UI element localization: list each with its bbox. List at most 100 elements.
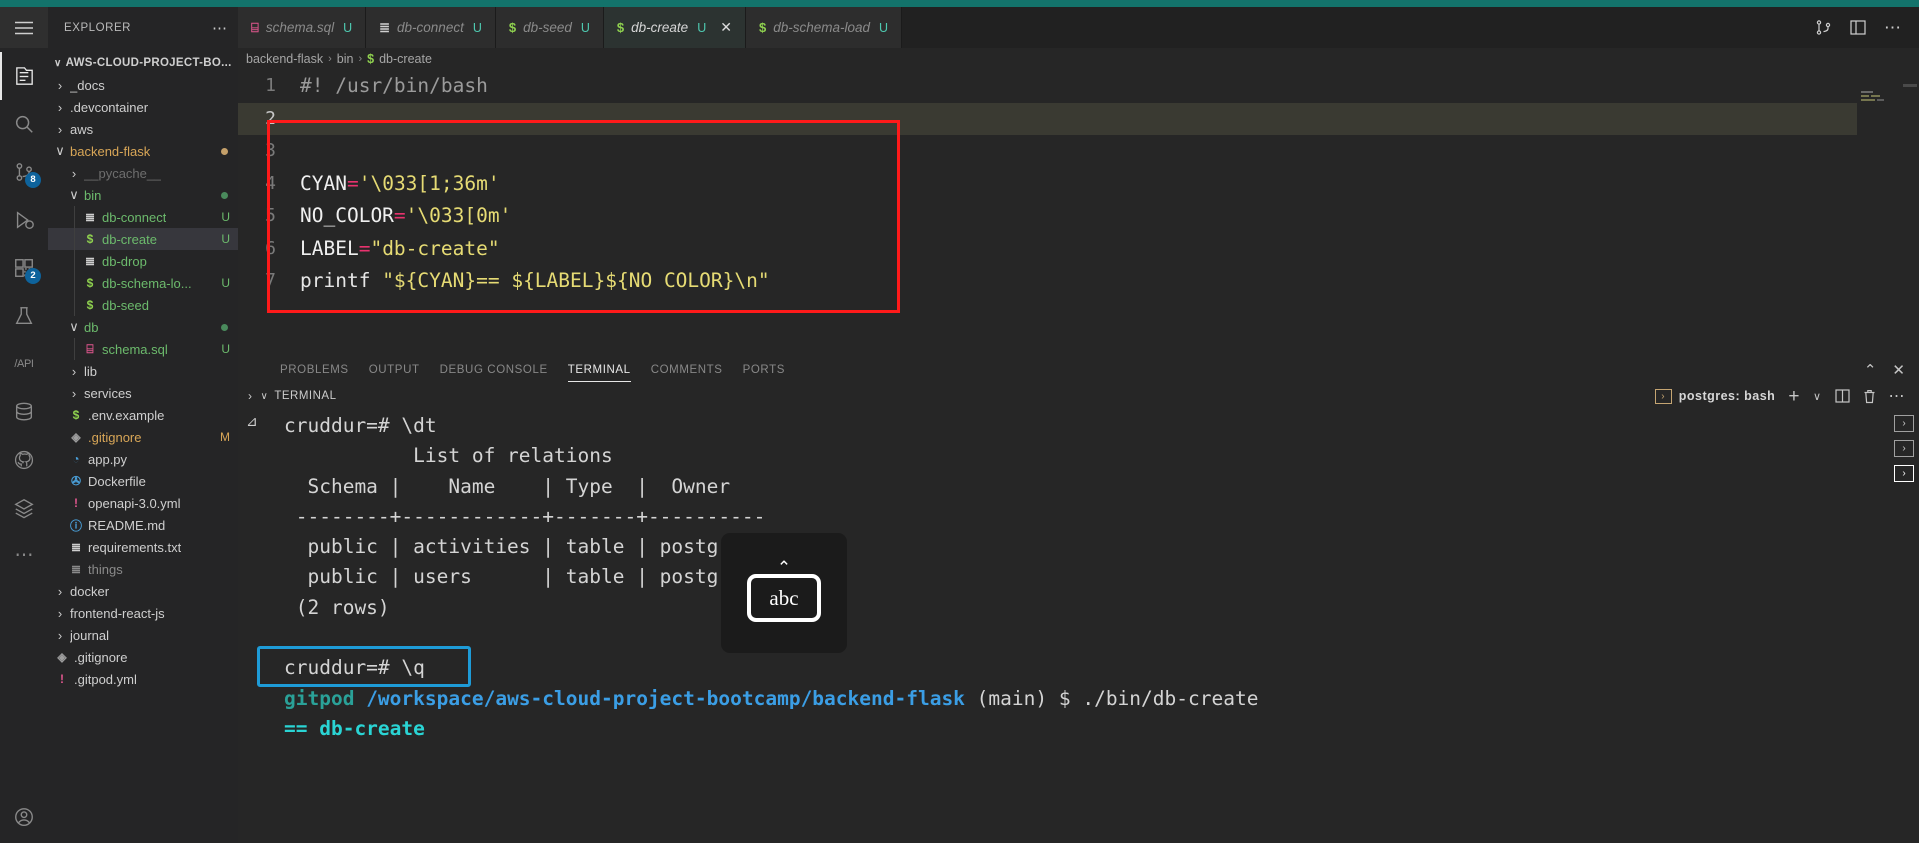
terminal-header-actions: › postgres: bash + ∨ ⋯ — [1654, 387, 1919, 406]
panel-tab-comments[interactable]: COMMENTS — [641, 357, 733, 383]
tree-item-things[interactable]: ≣ things — [48, 558, 238, 580]
tree-item-dockerfile[interactable]: ✇ Dockerfile — [48, 470, 238, 492]
editor-tab-label: db-connect — [397, 20, 464, 35]
toggle-panel-icon[interactable] — [1850, 20, 1866, 35]
tree-item--env-example[interactable]: $ .env.example — [48, 404, 238, 426]
tree-item-schema-sql[interactable]: ⌸ schema.sql U — [48, 338, 238, 360]
editor-tab-db-connect[interactable]: ≣ db-connect U — [366, 7, 496, 48]
terminal-scroll-down-icon[interactable]: › — [1894, 465, 1914, 482]
tree-item-readme-md[interactable]: ⓘ README.md — [48, 514, 238, 536]
file-type-icon: ◈ — [71, 430, 81, 444]
tree-item-db-connect[interactable]: ≣ db-connect U — [48, 206, 238, 228]
editor-tab-label: db-seed — [523, 20, 572, 35]
code-lines: 1 #! /usr/bin/bash 2 3 4 CYAN='\033[1;36m' 5 NO… — [238, 70, 1919, 298]
accounts-icon[interactable] — [0, 793, 48, 841]
terminal-more-icon[interactable]: ⋯ — [1889, 388, 1906, 404]
tree-item-aws[interactable]: › aws — [48, 118, 238, 140]
tree-item-bin[interactable]: ∨ bin — [48, 184, 238, 206]
terminal-line: == db-create — [284, 716, 425, 740]
tree-item--gitignore[interactable]: ◈ .gitignore M — [48, 426, 238, 448]
explorer-icon[interactable] — [0, 52, 48, 100]
terminal-expand-icon[interactable]: › — [248, 389, 253, 403]
terminal-session-chip[interactable]: › postgres: bash — [1654, 388, 1776, 404]
panel-tab-ports[interactable]: PORTS — [733, 357, 795, 383]
tree-item-db[interactable]: ∨ db — [48, 316, 238, 338]
title-bar-actions: ⋯ — [1805, 7, 1919, 48]
panel-tab-problems[interactable]: PROBLEMS — [270, 357, 359, 383]
breadcrumb-file[interactable]: db-create — [379, 52, 432, 66]
tree-item--pycache-[interactable]: › __pycache__ — [48, 162, 238, 184]
folder-status-dot — [221, 147, 228, 155]
chevron-right-icon: › — [57, 121, 63, 137]
tree-item-db-create[interactable]: $ db-create U — [48, 228, 238, 250]
panel-tab-output[interactable]: OUTPUT — [359, 357, 430, 383]
activity-bar-bottom — [0, 793, 48, 843]
tree-item-db-drop[interactable]: ≣ db-drop — [48, 250, 238, 272]
panel-tab-debug-console[interactable]: DEBUG CONSOLE — [430, 357, 558, 383]
editor-tab-db-create[interactable]: $ db-create U ✕ — [603, 7, 746, 48]
workspace-root-row[interactable]: ∨ AWS-CLOUD-PROJECT-BO... — [48, 52, 238, 74]
editor-tab-db-schema-load[interactable]: $ db-schema-load U — [745, 7, 903, 48]
kill-terminal-icon[interactable] — [1863, 389, 1876, 404]
maximize-panel-icon[interactable]: ⌃ — [1864, 363, 1877, 378]
editor-scrollbar[interactable] — [1903, 84, 1917, 87]
testing-beaker-icon[interactable] — [0, 292, 48, 340]
editor-tab-schema.sql[interactable]: ⌸ schema.sql U — [238, 7, 367, 48]
terminal-output[interactable]: cruddur=# \dt List of relations Schema |… — [266, 409, 1889, 843]
terminal-body[interactable]: ⊿ cruddur=# \dt List of relations Schema… — [238, 409, 1919, 843]
tree-item-label: things — [88, 561, 123, 577]
tree-item--docs[interactable]: › _docs — [48, 74, 238, 96]
tree-item-backend-flask[interactable]: ∨ backend-flask — [48, 140, 238, 162]
close-panel-icon[interactable]: ✕ — [1892, 363, 1905, 378]
panel-tab-terminal[interactable]: TERMINAL — [558, 357, 641, 383]
source-control-icon[interactable]: 8 — [0, 148, 48, 196]
explorer-more-icon[interactable]: ⋯ — [212, 19, 228, 37]
tree-item-journal[interactable]: › journal — [48, 624, 238, 646]
chevron-down-icon: ∨ — [55, 143, 65, 158]
more-views-icon[interactable]: ⋯ — [0, 532, 48, 580]
split-terminal-icon[interactable] — [1834, 389, 1850, 403]
run-debug-icon[interactable] — [0, 196, 48, 244]
tree-item--gitpod-yml[interactable]: ! .gitpod.yml — [48, 668, 238, 690]
file-type-icon: ! — [74, 496, 78, 510]
tree-item-db-schema-lo-[interactable]: $ db-schema-lo... U — [48, 272, 238, 294]
chevron-down-icon: ∨ — [69, 187, 79, 202]
tree-item-requirements-txt[interactable]: ≣ requirements.txt — [48, 536, 238, 558]
code-editor[interactable]: 1 #! /usr/bin/bash 2 3 4 CYAN='\033[1;36m' 5 NO… — [238, 70, 1919, 357]
file-type-icon: ≣ — [84, 210, 96, 224]
breadcrumb-part-1[interactable]: bin — [337, 52, 354, 66]
editor-tab-db-seed[interactable]: $ db-seed U — [495, 7, 604, 48]
new-terminal-icon[interactable]: + — [1788, 387, 1800, 406]
tree-item-lib[interactable]: › lib — [48, 360, 238, 382]
layers-icon[interactable] — [0, 484, 48, 532]
menu-icon[interactable] — [0, 7, 48, 48]
tree-item--gitignore[interactable]: ◈ .gitignore — [48, 646, 238, 668]
indent-guide — [74, 206, 75, 228]
tree-item-openapi-3-0-yml[interactable]: ! openapi-3.0.yml — [48, 492, 238, 514]
tree-item-label: db — [84, 319, 99, 335]
tree-item-services[interactable]: › services — [48, 382, 238, 404]
tree-item-label: openapi-3.0.yml — [88, 495, 181, 511]
terminal-scroll-up-icon[interactable]: › — [1894, 415, 1914, 432]
tree-item-docker[interactable]: › docker — [48, 580, 238, 602]
tree-item-db-seed[interactable]: $ db-seed — [48, 294, 238, 316]
tree-item-app-py[interactable]: ◔ app.py — [48, 448, 238, 470]
breadcrumb-part-0[interactable]: backend-flask — [246, 52, 323, 66]
terminal-panel-label: TERMINAL — [274, 390, 337, 402]
search-icon[interactable] — [0, 100, 48, 148]
close-icon[interactable]: ✕ — [720, 19, 732, 36]
chevron-down-icon[interactable]: ∨ — [261, 391, 269, 402]
code-line: 5 NO_COLOR='\033[0m' — [238, 200, 1919, 233]
github-icon[interactable] — [0, 436, 48, 484]
terminal-scroll-mid-icon[interactable]: › — [1894, 440, 1914, 457]
terminal-dropdown-icon[interactable]: ∨ — [1813, 390, 1822, 403]
breadcrumb-separator-icon: › — [358, 53, 363, 65]
api-icon[interactable]: /API — [0, 340, 48, 388]
tree-item--devcontainer[interactable]: › .devcontainer — [48, 96, 238, 118]
extensions-icon[interactable]: 2 — [0, 244, 48, 292]
split-editor-right-icon[interactable] — [1815, 19, 1832, 36]
tree-item-frontend-react-js[interactable]: › frontend-react-js — [48, 602, 238, 624]
minimap[interactable] — [1857, 70, 1919, 357]
more-actions-icon[interactable]: ⋯ — [1884, 19, 1901, 36]
database-icon[interactable] — [0, 388, 48, 436]
